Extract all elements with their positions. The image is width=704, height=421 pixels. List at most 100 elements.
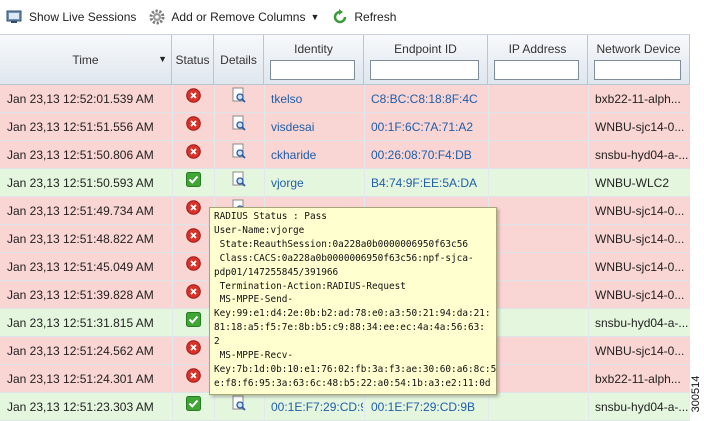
row-ip-address (494, 393, 586, 421)
row-endpoint-link[interactable]: 00:26:08:70:F4:DB (371, 141, 487, 169)
endpoint-id-filter-input[interactable] (370, 60, 479, 80)
magnifier-document-icon (231, 141, 247, 169)
tooltip-line: MS-MPPE-Recv- (214, 350, 294, 362)
row-status (172, 393, 214, 421)
tooltip-line: Termination-Action:RADIUS-Request (214, 280, 406, 292)
network-device-filter-input[interactable] (594, 60, 681, 80)
tooltip-line: Key:99:e1:d4:2e:0b:b2:ad:78:e0:a3:50:21:… (214, 308, 491, 320)
row-status (172, 113, 214, 141)
row-time: Jan 23,13 12:51:39.828 AM (7, 288, 154, 302)
magnifier-document-icon (231, 113, 247, 141)
column-header-network-device[interactable]: Network Device (588, 35, 690, 85)
row-identity-link[interactable]: visdesai (271, 113, 363, 141)
ip-address-filter-input[interactable] (494, 60, 579, 80)
row-status (172, 337, 214, 365)
red-x-circle-icon (185, 113, 201, 141)
column-label-time: Time (72, 53, 99, 67)
red-x-circle-icon (185, 365, 201, 393)
column-label-ip-address: IP Address (508, 42, 567, 56)
row-status (172, 197, 214, 225)
add-remove-columns-label: Add or Remove Columns (171, 10, 306, 24)
row-time: Jan 23,13 12:51:51.556 AM (7, 120, 154, 134)
figure-number: 300514 (689, 371, 703, 417)
row-time: Jan 23,13 12:51:23.303 AM (7, 400, 154, 414)
row-network-device: snsbu-hyd04-a-... (595, 148, 689, 162)
row-status (172, 365, 214, 393)
toolbar: Show Live Sessions Add or Remove Columns… (0, 0, 690, 35)
red-x-circle-icon (185, 281, 201, 309)
tooltip-line: Key:7b:1d:0b:10:e1:76:02:fb:3a:f3:ae:30:… (214, 363, 497, 375)
row-network-device: bxb22-11-alph... (595, 372, 681, 386)
column-label-status: Status (175, 53, 210, 67)
column-header-details[interactable]: Details (214, 35, 264, 85)
row-time: Jan 23,13 12:51:45.049 AM (7, 260, 154, 274)
table-row[interactable]: Jan 23,13 12:51:51.556 AM visdesai 00:1F:6… (0, 113, 690, 141)
refresh-button[interactable]: Refresh (325, 0, 402, 35)
row-details-button[interactable] (214, 393, 264, 421)
add-remove-columns-button[interactable]: Add or Remove Columns ▼ (142, 0, 325, 35)
tooltip-line: State:ReauthSession:0a228a0b0000006950f6… (214, 238, 468, 250)
row-details-button[interactable] (214, 169, 264, 197)
row-ip-address (494, 169, 586, 197)
column-label-details: Details (220, 53, 257, 67)
row-network-device: WNBU-sjc14-0... (595, 204, 685, 218)
column-label-endpoint-id: Endpoint ID (394, 42, 457, 56)
row-network-device: WNBU-sjc14-0... (595, 288, 685, 302)
row-endpoint-link[interactable]: 00:1E:F7:29:CD:9B (371, 393, 487, 421)
column-label-network-device: Network Device (596, 42, 681, 56)
row-identity-link[interactable]: ckharide (271, 141, 363, 169)
refresh-icon (331, 8, 349, 26)
gear-icon (148, 8, 166, 26)
row-identity-link[interactable]: 00:1E:F7:29:CD:9 (271, 393, 363, 421)
red-x-circle-icon (185, 141, 201, 169)
column-header-endpoint-id[interactable]: Endpoint ID (364, 35, 488, 85)
tooltip-line: e:f8:f6:95:3a:63:6c:48:b5:22:a0:54:1b:a3… (214, 377, 491, 389)
row-ip-address (494, 281, 586, 309)
monitor-sessions-icon (6, 8, 24, 26)
tooltip-line: 81:18:a5:f5:7e:8b:b5:c9:88:34:ee:ec:4a:4… (214, 322, 485, 334)
table-row[interactable]: Jan 23,13 12:51:23.303 AM 00:1E:F7:29:CD:… (0, 393, 690, 421)
row-ip-address (494, 113, 586, 141)
tooltip-line: 2 (214, 336, 220, 348)
magnifier-document-icon (231, 85, 247, 113)
tooltip-line: RADIUS Status : Pass (214, 211, 327, 222)
row-identity-link[interactable]: vjorge (271, 169, 363, 197)
column-header-status[interactable]: Status (172, 35, 214, 85)
row-details-button[interactable] (214, 85, 264, 113)
row-details-button[interactable] (214, 113, 264, 141)
magnifier-document-icon (231, 393, 247, 421)
tooltip-line: MS-MPPE-Send- (214, 294, 294, 306)
row-endpoint-link[interactable]: C8:BC:C8:18:8F:4C (371, 85, 487, 113)
row-endpoint-link[interactable]: 00:1F:6C:7A:71:A2 (371, 113, 487, 141)
red-x-circle-icon (185, 197, 201, 225)
row-status (172, 169, 214, 197)
sort-descending-icon[interactable]: ▼ (158, 54, 167, 64)
table-row[interactable]: Jan 23,13 12:52:01.539 AM tkelso C8:BC:C8:… (0, 85, 690, 113)
session-details-tooltip: RADIUS Status : Pass User-Name:vjorge Sta… (209, 207, 497, 395)
row-details-button[interactable] (214, 141, 264, 169)
row-ip-address (494, 309, 586, 337)
row-ip-address (494, 253, 586, 281)
row-network-device: bxb22-11-alph... (595, 92, 681, 106)
show-live-sessions-button[interactable]: Show Live Sessions (0, 0, 142, 35)
column-header-ip-address[interactable]: IP Address (488, 35, 588, 85)
row-time: Jan 23,13 12:51:24.562 AM (7, 344, 154, 358)
row-time: Jan 23,13 12:51:31.815 AM (7, 316, 154, 330)
show-live-sessions-label: Show Live Sessions (29, 10, 137, 24)
row-ip-address (494, 141, 586, 169)
identity-filter-input[interactable] (270, 60, 355, 80)
row-time: Jan 23,13 12:52:01.539 AM (7, 92, 154, 106)
row-endpoint-link[interactable]: B4:74:9F:EE:5A:DA (371, 169, 487, 197)
row-time: Jan 23,13 12:51:48.822 AM (7, 232, 154, 246)
figure-number-text: 300514 (690, 375, 702, 413)
column-header-identity[interactable]: Identity (264, 35, 364, 85)
row-identity-link[interactable]: tkelso (271, 85, 363, 113)
tooltip-line: User-Name:vjorge (214, 224, 305, 236)
row-status (172, 141, 214, 169)
column-header-time[interactable]: Time ▼ (0, 35, 172, 85)
row-ip-address (494, 197, 586, 225)
row-status (172, 85, 214, 113)
column-label-identity: Identity (294, 42, 333, 56)
table-row[interactable]: Jan 23,13 12:51:50.593 AM vjorge B4:74:9F:… (0, 169, 690, 197)
table-row[interactable]: Jan 23,13 12:51:50.806 AM ckharide 00:26:0… (0, 141, 690, 169)
